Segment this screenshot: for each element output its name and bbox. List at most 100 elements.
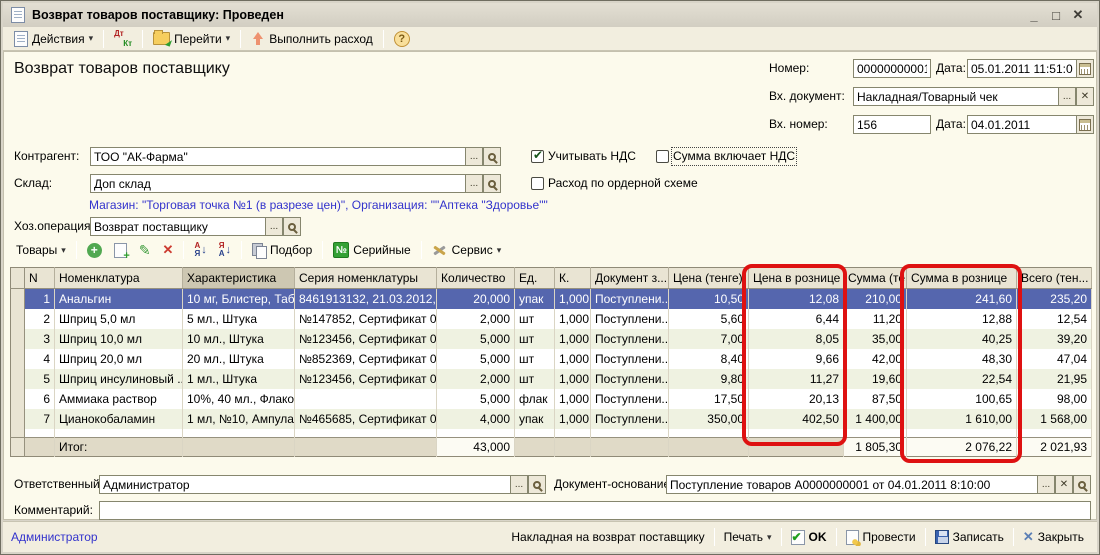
table-cell[interactable]: 2 — [25, 309, 55, 329]
contractor-open-button[interactable] — [483, 147, 501, 166]
base-doc-clear-button[interactable]: ✕ — [1055, 475, 1073, 494]
table-cell[interactable]: Шприц 5,0 мл — [55, 309, 183, 329]
contractor-select-button[interactable]: ... — [465, 147, 483, 166]
order-scheme-checkbox-label[interactable]: Расход по ордерной схеме — [548, 176, 698, 191]
table-row[interactable]: 7Цианокобаламин1 мл, №10, Ампула№465685,… — [11, 409, 1092, 429]
table-cell[interactable]: шт — [515, 309, 555, 329]
ok-button[interactable]: OK — [786, 528, 832, 547]
table-cell[interactable]: 1 568,00 — [1017, 409, 1092, 429]
column-header[interactable]: Номенклатура — [55, 268, 183, 289]
table-cell[interactable]: 5 — [25, 369, 55, 389]
table-cell[interactable]: Шприц 20,0 мл — [55, 349, 183, 369]
table-cell[interactable]: 7,00 — [669, 329, 749, 349]
operation-input[interactable] — [90, 217, 266, 236]
table-cell[interactable]: 87,50 — [844, 389, 907, 409]
responsible-input[interactable] — [99, 475, 511, 494]
delete-row-button[interactable]: ✕ — [157, 241, 180, 259]
table-cell[interactable]: флак — [515, 389, 555, 409]
table-cell[interactable]: 2,000 — [437, 309, 515, 329]
table-cell[interactable]: 11,20 — [844, 309, 907, 329]
vat-incl-checkbox[interactable] — [656, 150, 669, 163]
copy-row-button[interactable] — [108, 241, 133, 260]
table-cell[interactable]: 9,80 — [669, 369, 749, 389]
table-cell[interactable]: 20 мл., Штука — [183, 349, 295, 369]
table-cell[interactable]: 20,13 — [749, 389, 844, 409]
table-cell[interactable]: 235,20 — [1017, 289, 1092, 309]
table-cell[interactable]: Поступлени... — [591, 369, 669, 389]
table-cell[interactable]: 12,88 — [907, 309, 1017, 329]
table-cell[interactable]: 1 400,00 — [844, 409, 907, 429]
table-cell[interactable]: Поступлени... — [591, 409, 669, 429]
table-cell[interactable]: 1 610,00 — [907, 409, 1017, 429]
dtkt-button[interactable]: Дт Кт — [108, 28, 138, 50]
table-cell[interactable]: шт — [515, 349, 555, 369]
column-header[interactable]: Ед. — [515, 268, 555, 289]
table-cell[interactable]: 5,000 — [437, 349, 515, 369]
column-header[interactable]: Сумма в рознице — [907, 268, 1017, 289]
table-cell[interactable]: 8,05 — [749, 329, 844, 349]
table-cell[interactable]: 350,00 — [669, 409, 749, 429]
table-cell[interactable]: 22,54 — [907, 369, 1017, 389]
table-cell[interactable]: 19,60 — [844, 369, 907, 389]
table-cell[interactable]: 5,000 — [437, 389, 515, 409]
goods-menu-button[interactable]: Товары ▾ — [10, 241, 72, 259]
save-button[interactable]: Записать — [930, 528, 1009, 546]
table-cell[interactable]: 1 мл, №10, Ампула — [183, 409, 295, 429]
table-cell[interactable]: шт — [515, 329, 555, 349]
table-row[interactable]: 4Шприц 20,0 мл20 мл., Штука№852369, Серт… — [11, 349, 1092, 369]
table-cell[interactable] — [11, 309, 25, 329]
print-form-button[interactable]: Накладная на возврат поставщику — [506, 528, 709, 546]
table-cell[interactable]: Поступлени... — [591, 309, 669, 329]
base-doc-select-button[interactable]: ... — [1037, 475, 1055, 494]
table-cell[interactable]: 2,000 — [437, 369, 515, 389]
pick-button[interactable]: Подбор — [246, 241, 318, 259]
table-cell[interactable]: 1,000 — [555, 349, 591, 369]
base-doc-input[interactable] — [666, 475, 1038, 494]
incoming-doc-input[interactable] — [853, 87, 1059, 106]
column-header[interactable]: Серия номенклатуры — [295, 268, 437, 289]
table-cell[interactable]: Поступлени... — [591, 289, 669, 309]
close-button[interactable]: ✕ Закрыть — [1018, 527, 1089, 547]
goto-button[interactable]: Перейти ▾ — [147, 30, 236, 48]
service-button[interactable]: Сервис ▾ — [426, 241, 508, 259]
column-header[interactable]: Всего (тен... — [1017, 268, 1092, 289]
table-cell[interactable]: №465685, Сертификат 0... — [295, 409, 437, 429]
table-cell[interactable] — [295, 389, 437, 409]
contractor-input[interactable] — [90, 147, 466, 166]
execute-expense-button[interactable]: Выполнить расход — [245, 30, 379, 48]
table-cell[interactable]: 40,25 — [907, 329, 1017, 349]
table-cell[interactable]: Анальгин — [55, 289, 183, 309]
responsible-select-button[interactable]: ... — [510, 475, 528, 494]
table-cell[interactable]: 20,000 — [437, 289, 515, 309]
table-cell[interactable]: 5 мл., Штука — [183, 309, 295, 329]
vat-checkbox-label[interactable]: Учитывать НДС — [548, 149, 636, 164]
vat-incl-checkbox-label[interactable]: Сумма включает НДС — [673, 149, 795, 164]
table-cell[interactable]: 6,44 — [749, 309, 844, 329]
table-row[interactable]: 1Анальгин10 мг, Блистер, Таб...846191313… — [11, 289, 1092, 309]
warehouse-input[interactable] — [90, 174, 466, 193]
table-cell[interactable]: 5,000 — [437, 329, 515, 349]
incoming-doc-select-button[interactable]: ... — [1058, 87, 1076, 106]
table-cell[interactable]: 402,50 — [749, 409, 844, 429]
table-cell[interactable]: 1,000 — [555, 309, 591, 329]
table-cell[interactable]: 1 мл., Штука — [183, 369, 295, 389]
table-cell[interactable]: 1 — [25, 289, 55, 309]
table-cell[interactable]: 21,95 — [1017, 369, 1092, 389]
sort-desc-button[interactable]: ЯА ↓ — [213, 240, 237, 260]
table-cell[interactable]: 42,00 — [844, 349, 907, 369]
table-cell[interactable]: упак — [515, 409, 555, 429]
table-cell[interactable]: №852369, Сертификат 0... — [295, 349, 437, 369]
table-cell[interactable] — [11, 409, 25, 429]
actions-button[interactable]: Действия ▾ — [8, 29, 99, 49]
comment-input[interactable] — [99, 501, 1091, 520]
table-row[interactable]: 2Шприц 5,0 мл5 мл., Штука№147852, Сертиф… — [11, 309, 1092, 329]
column-header[interactable] — [11, 268, 25, 289]
table-cell[interactable]: 6 — [25, 389, 55, 409]
table-cell[interactable]: 39,20 — [1017, 329, 1092, 349]
table-cell[interactable]: 17,50 — [669, 389, 749, 409]
calendar-button[interactable] — [1076, 59, 1094, 78]
table-cell[interactable] — [11, 389, 25, 409]
table-cell[interactable]: 1,000 — [555, 369, 591, 389]
column-header[interactable]: Цена в рознице — [749, 268, 844, 289]
table-cell[interactable]: 10 мг, Блистер, Таб... — [183, 289, 295, 309]
